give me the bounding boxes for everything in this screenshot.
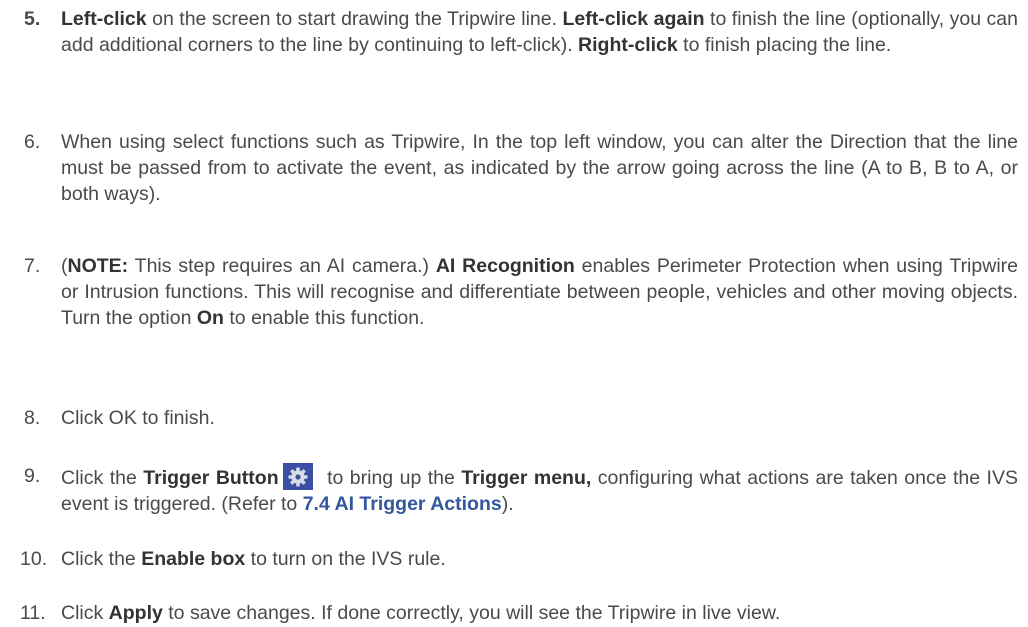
step-text: Click OK to finish. [61, 407, 215, 429]
instruction-document: 5. Left-click on the screen to start dra… [0, 0, 1028, 627]
bold-term: Apply [108, 602, 163, 624]
text-run: to turn on the IVS rule. [245, 548, 446, 570]
step-10: 10. Click the Enable box to turn on the … [20, 546, 1018, 572]
text-run: to bring up the [320, 467, 462, 489]
bold-term: Left-click [61, 8, 147, 30]
step-text: (NOTE: This step requires an AI camera.)… [20, 253, 1018, 331]
step-8: 8. Click OK to finish. [20, 405, 1018, 431]
step-text: Click the Trigger Button to bring up the… [20, 463, 1018, 517]
text-run: to enable this function. [223, 307, 425, 329]
step-text: Click the Enable box to turn on the IVS … [20, 546, 1018, 572]
note-label: NOTE: [67, 255, 129, 277]
text-run: Click [61, 602, 109, 624]
bold-term: Trigger Button [143, 467, 279, 489]
text-run: This step requires an AI camera.) [128, 255, 436, 277]
text-run: to save changes. If done correctly, you … [162, 602, 781, 624]
step-9: 9. Click the Trigger Button to bring up … [20, 463, 1018, 517]
step-number: 11. [20, 602, 46, 624]
text-run: on the screen to start drawing the Tripw… [146, 8, 563, 30]
step-number: 9. [24, 465, 41, 487]
step-7: 7. (NOTE: This step requires an AI camer… [20, 253, 1018, 331]
bold-term: Trigger menu, [461, 467, 592, 489]
text-run: ). [501, 493, 514, 515]
bold-term: On [196, 307, 224, 329]
bold-term: Left-click again [562, 8, 705, 30]
text-run: Click the [61, 467, 144, 489]
step-text: When using select functions such as Trip… [61, 131, 1018, 205]
step-6: 6. When using select functions such as T… [20, 129, 1018, 207]
step-text: Click Apply to save changes. If done cor… [20, 600, 1018, 626]
bold-term: AI Recognition [435, 255, 575, 277]
step-11: 11. Click Apply to save changes. If done… [20, 600, 1018, 626]
text-run: to finish placing the line. [677, 34, 892, 56]
section-link[interactable]: 7.4 AI Trigger Actions [303, 493, 502, 515]
bold-term: Enable box [141, 548, 246, 570]
gear-icon [282, 463, 313, 490]
step-text: Left-click on the screen to start drawin… [20, 6, 1018, 58]
step-number: 10. [20, 548, 48, 570]
step-number: 6. [24, 131, 41, 153]
step-number: 7. [24, 255, 41, 277]
text-run: Click the [61, 548, 142, 570]
step-5: 5. Left-click on the screen to start dra… [20, 6, 1018, 58]
step-number: 8. [24, 407, 41, 429]
step-number: 5. [24, 8, 41, 30]
bold-term: Right-click [578, 34, 678, 56]
